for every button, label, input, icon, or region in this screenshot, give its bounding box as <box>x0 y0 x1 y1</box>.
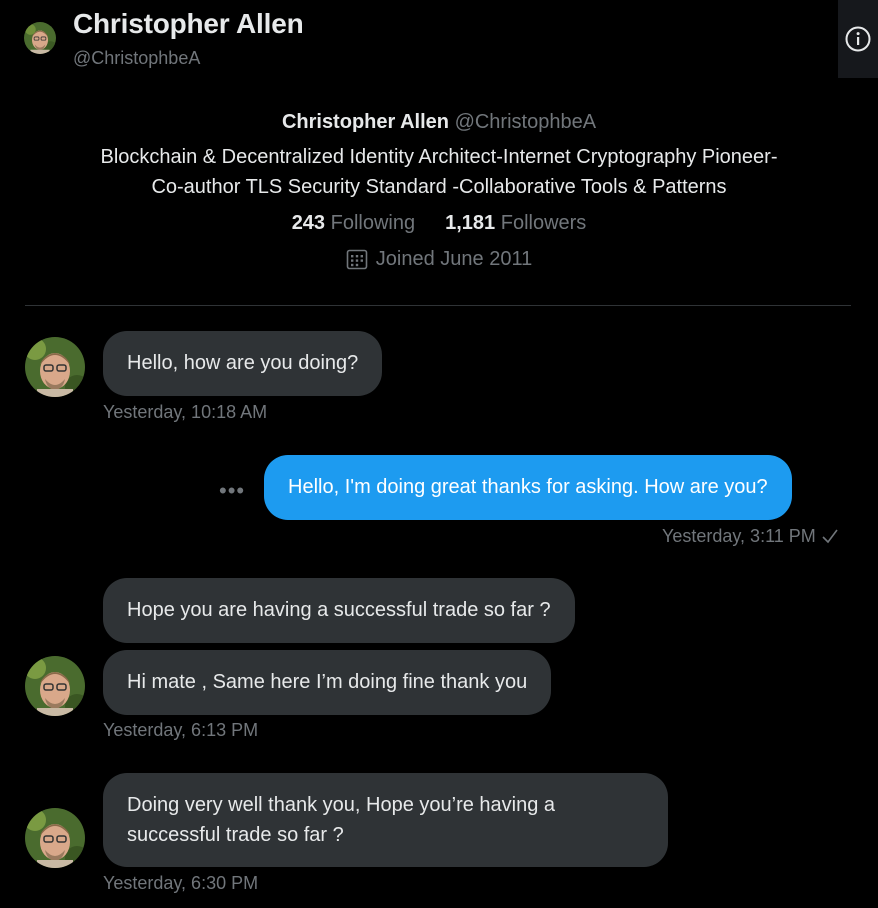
header-handle: @ChristophbeA <box>73 48 201 68</box>
sender-avatar[interactable] <box>25 656 85 716</box>
message-bubble-received[interactable]: Hope you are having a successful trade s… <box>103 578 575 643</box>
message-text: Hello, I'm doing great thanks for asking… <box>288 476 768 498</box>
following-count: 243 <box>291 212 326 234</box>
followers-count: 1,181 <box>445 212 496 234</box>
message-text: Hi mate , Same here I’m doing fine thank… <box>127 671 528 693</box>
joined-date: Joined June 2011 <box>0 244 878 274</box>
profile-summary: Christopher Allen @ChristophbeA Blockcha… <box>0 108 878 274</box>
bio-line: Blockchain & Decentralized Identity Arch… <box>100 146 778 168</box>
joined-label: Joined June 2011 <box>375 248 533 270</box>
message-timestamp: Yesterday, 6:13 PM <box>103 720 259 740</box>
message-bubble-received[interactable]: Hi mate , Same here I’m doing fine thank… <box>103 650 552 715</box>
calendar-icon <box>346 249 368 270</box>
profile-handle: @ChristophbeA <box>454 111 597 133</box>
following-label: Following <box>330 212 416 234</box>
followers-link[interactable]: 1,181 Followers <box>445 212 586 234</box>
profile-name-line[interactable]: Christopher Allen @ChristophbeA <box>0 108 878 136</box>
message-bubble-received[interactable]: Doing very well thank you, Hope you’re h… <box>103 773 668 867</box>
message-text: Hope you are having a successful trade s… <box>127 599 551 621</box>
profile-name: Christopher Allen <box>281 111 449 133</box>
message-timestamp: Yesterday, 10:18 AM <box>103 402 268 422</box>
timestamp-label: Yesterday, 3:11 PM <box>662 526 816 546</box>
message-bubble-received[interactable]: Hello, how are you doing? <box>103 331 383 396</box>
message-text-line: successful trade so far ? <box>127 824 344 846</box>
profile-bio: Blockchain & Decentralized Identity Arch… <box>0 142 878 202</box>
info-button[interactable] <box>838 0 878 78</box>
sender-avatar[interactable] <box>25 808 85 868</box>
following-link[interactable]: 243 Following <box>292 212 415 234</box>
sender-avatar[interactable] <box>25 337 85 397</box>
message-bubble-sent[interactable]: Hello, I'm doing great thanks for asking… <box>264 455 792 520</box>
message-timestamp: Yesterday, 6:30 PM <box>103 873 259 893</box>
more-horizontal-icon[interactable]: ••• <box>219 478 245 504</box>
info-icon <box>845 26 871 52</box>
followers-label: Followers <box>500 212 587 234</box>
message-text: Hello, how are you doing? <box>127 352 359 374</box>
bio-line: Co-author TLS Security Standard -Collabo… <box>151 176 727 198</box>
header-avatar[interactable] <box>24 22 56 54</box>
checkmark-icon <box>822 529 838 544</box>
message-timestamp: Yesterday, 3:11 PM <box>662 526 839 547</box>
header-name[interactable]: Christopher Allen <box>73 8 304 40</box>
profile-stats: 243 Following 1,181 Followers <box>0 208 878 238</box>
conversation-header: Christopher Allen @ChristophbeA <box>0 0 878 78</box>
divider <box>25 305 851 306</box>
message-text-line: Doing very well thank you, Hope you’re h… <box>127 794 556 816</box>
